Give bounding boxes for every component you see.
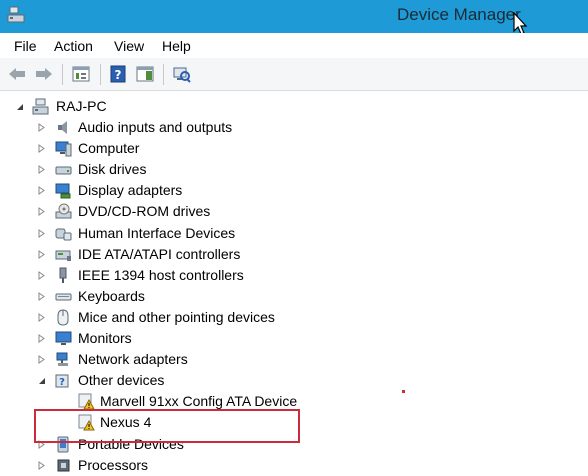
tree-category[interactable]: IDE ATA/ATAPI controllers	[0, 244, 320, 265]
monitor-icon	[55, 331, 72, 345]
scan-hardware-icon[interactable]	[171, 65, 191, 83]
menu-action[interactable]: Action	[54, 38, 93, 54]
expand-arrow-icon[interactable]	[37, 229, 46, 238]
expand-arrow-icon[interactable]	[37, 461, 46, 470]
other-devices-icon: ?	[55, 374, 69, 388]
title-bar[interactable]: Device Manager	[0, 0, 588, 35]
tree-category-label: Computer	[78, 140, 140, 156]
expand-arrow-icon[interactable]	[37, 271, 46, 280]
tree-category-label: IEEE 1394 host controllers	[78, 267, 244, 283]
menu-bar: File Action View Help	[0, 33, 588, 58]
tree-category-label: Display adapters	[78, 182, 183, 198]
speaker-icon	[58, 121, 67, 134]
network-adapter-icon	[56, 352, 68, 366]
tree-category-label: DVD/CD-ROM drives	[78, 203, 211, 219]
device-manager-icon[interactable]	[6, 5, 26, 25]
display-adapter-icon	[55, 183, 71, 199]
computer-icon	[32, 98, 49, 115]
menu-help[interactable]: Help	[162, 38, 191, 54]
expand-arrow-icon[interactable]	[37, 334, 46, 343]
expand-arrow-icon[interactable]	[37, 186, 46, 195]
forward-arrow-icon[interactable]	[34, 65, 54, 83]
toolbar-separator	[100, 64, 101, 85]
dvd-drive-icon	[55, 203, 72, 219]
properties-list-icon[interactable]	[71, 65, 91, 83]
tree-category[interactable]: Audio inputs and outputs	[0, 117, 320, 138]
tree-category[interactable]: Disk drives	[0, 159, 320, 180]
tree-category[interactable]: Processors	[0, 455, 320, 476]
expand-arrow-icon[interactable]	[37, 165, 46, 174]
collapse-arrow-icon[interactable]	[37, 376, 46, 385]
tree-category-label: Mice and other pointing devices	[78, 309, 275, 325]
expand-arrow-icon[interactable]	[37, 144, 46, 153]
highlight-box	[34, 409, 300, 443]
tree-root-label: RAJ-PC	[56, 98, 107, 114]
tree-category-label: Disk drives	[78, 161, 147, 177]
tree-category[interactable]: ? Other devices	[0, 370, 320, 391]
tree-category[interactable]: Mice and other pointing devices	[0, 307, 320, 328]
window-title: Device Manager	[397, 5, 521, 24]
toolbar-separator	[163, 64, 164, 85]
hid-icon	[55, 228, 72, 241]
tree-category-label: Keyboards	[78, 288, 145, 304]
collapse-arrow-icon[interactable]	[15, 102, 24, 111]
warning-device-icon	[78, 393, 95, 410]
toolbar: ?	[0, 58, 588, 91]
tree-category[interactable]: Keyboards	[0, 286, 320, 307]
tree-category[interactable]: Monitors	[0, 328, 320, 349]
computer-icon	[55, 141, 72, 157]
tree-category[interactable]: Display adapters	[0, 180, 320, 201]
svg-text:?: ?	[115, 68, 122, 82]
expand-arrow-icon[interactable]	[37, 292, 46, 301]
expand-arrow-icon[interactable]	[37, 207, 46, 216]
tree-category-label: Processors	[78, 457, 149, 473]
annotation-dot	[402, 390, 405, 393]
disk-drive-icon	[55, 166, 72, 175]
tree-category[interactable]: Network adapters	[0, 349, 320, 370]
menu-file[interactable]: File	[14, 38, 37, 54]
tree-category[interactable]: Human Interface Devices	[0, 223, 320, 244]
tree-root[interactable]: RAJ-PC	[0, 96, 300, 117]
expand-arrow-icon[interactable]	[37, 355, 46, 364]
tree-category-label: Monitors	[78, 330, 132, 346]
mouse-icon	[57, 309, 69, 326]
tree-category-label: Audio inputs and outputs	[78, 119, 233, 135]
svg-text:?: ?	[59, 377, 65, 388]
tree-category-label: IDE ATA/ATAPI controllers	[78, 246, 241, 262]
show-hide-console-icon[interactable]	[135, 65, 155, 83]
tree-category-label: Network adapters	[78, 351, 188, 367]
expand-arrow-icon[interactable]	[37, 123, 46, 132]
menu-view[interactable]: View	[114, 38, 144, 54]
expand-arrow-icon[interactable]	[37, 313, 46, 322]
keyboard-icon	[55, 293, 72, 301]
processor-icon	[57, 459, 70, 472]
back-arrow-icon[interactable]	[7, 65, 27, 83]
help-icon[interactable]: ?	[108, 65, 128, 83]
toolbar-separator	[62, 64, 63, 85]
firewire-icon	[59, 267, 67, 283]
tree-category[interactable]: DVD/CD-ROM drives	[0, 201, 320, 222]
expand-arrow-icon[interactable]	[37, 250, 46, 259]
tree-category[interactable]: Computer	[0, 138, 320, 159]
tree-category[interactable]: IEEE 1394 host controllers	[0, 265, 320, 286]
tree-category-label: Human Interface Devices	[78, 225, 236, 241]
tree-category-label: Other devices	[78, 372, 165, 388]
ide-controller-icon	[55, 250, 71, 261]
